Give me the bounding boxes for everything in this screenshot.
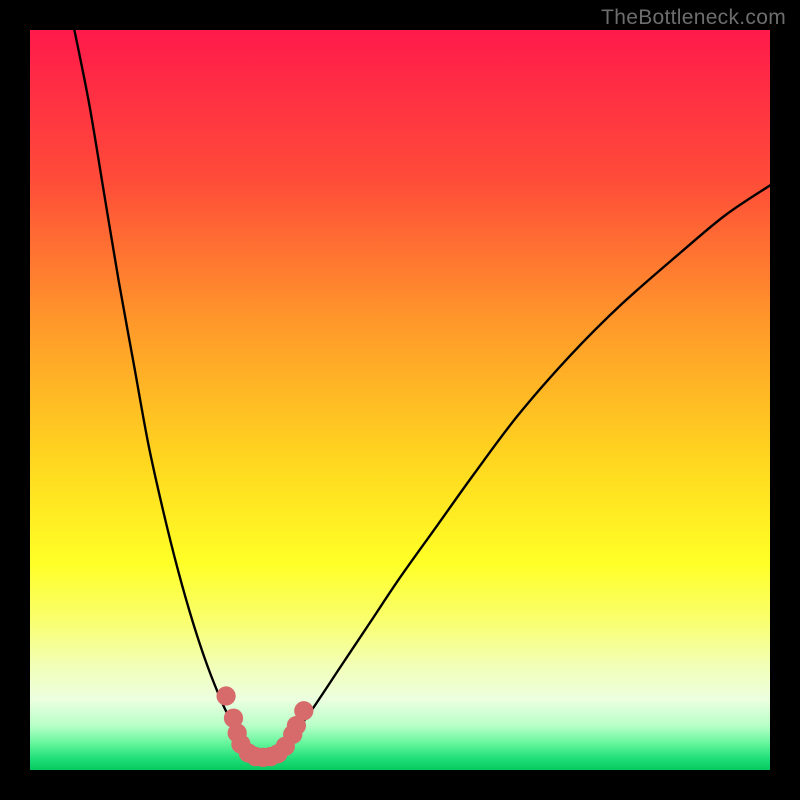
left-curve bbox=[74, 30, 252, 755]
watermark-text: TheBottleneck.com bbox=[601, 6, 786, 30]
highlight-dots-group bbox=[216, 686, 313, 767]
plot-area bbox=[30, 30, 770, 770]
curves-layer bbox=[30, 30, 770, 770]
chart-frame: TheBottleneck.com bbox=[0, 0, 800, 800]
right-curve bbox=[274, 185, 770, 755]
highlight-dot bbox=[294, 701, 313, 720]
highlight-dot bbox=[216, 686, 235, 705]
